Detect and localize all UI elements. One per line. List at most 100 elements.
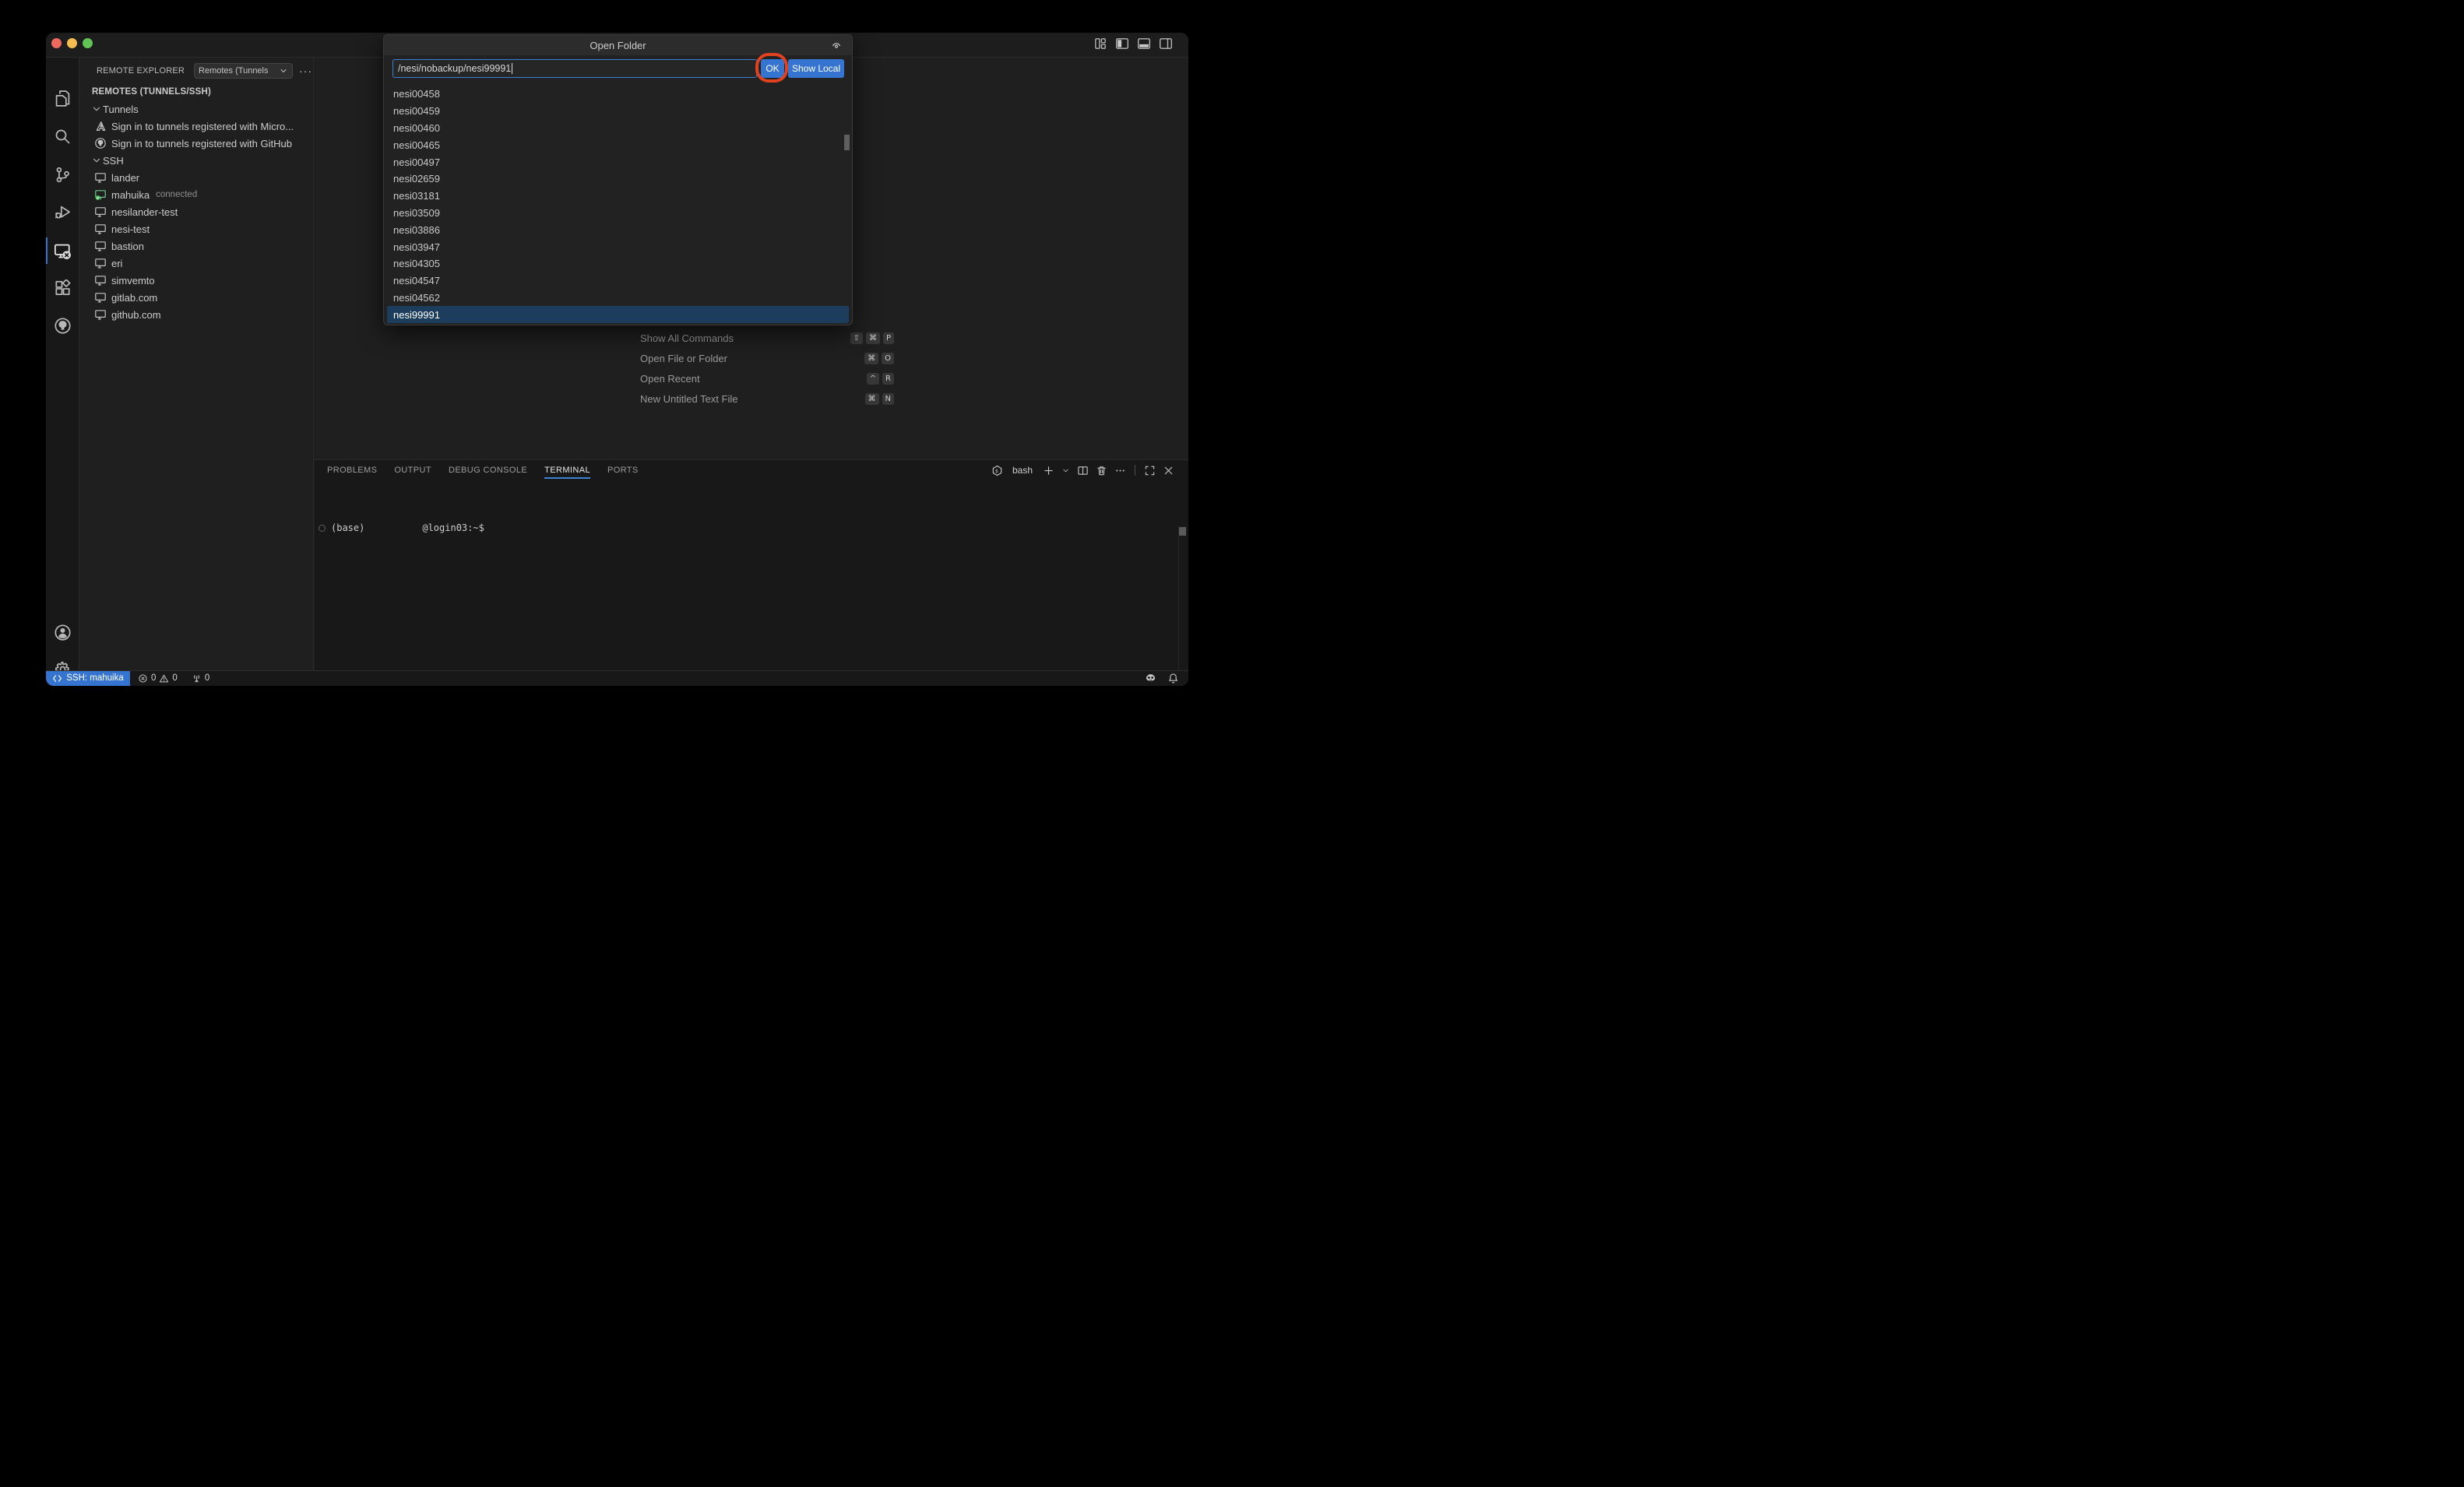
vm-icon: [94, 240, 107, 252]
folder-path-input[interactable]: /nesi/nobackup/nesi99991: [392, 59, 757, 78]
terminal-actions: $ bash: [991, 460, 1174, 480]
tree-item-github[interactable]: github.com: [80, 306, 313, 323]
remote-explorer-icon[interactable]: [46, 235, 79, 266]
maximize-panel-icon[interactable]: [1144, 465, 1156, 476]
cmd-key: ⌘: [865, 393, 879, 405]
sidebar-title: REMOTE EXPLORER: [97, 66, 185, 76]
tab-ports[interactable]: PORTS: [607, 460, 639, 480]
folder-list: nesi00458 nesi00459 nesi00460 nesi00465 …: [384, 86, 852, 323]
folder-list-item-selected[interactable]: nesi99991: [387, 306, 849, 323]
chevron-down-icon: [279, 66, 288, 76]
more-actions-icon[interactable]: ···: [299, 65, 312, 77]
terminal-prompt: @login03:~$: [422, 522, 484, 533]
annotation-circle: [755, 53, 788, 83]
status-bar: SSH: mahuika 0 0 0: [46, 670, 1188, 687]
tree-group-tunnels[interactable]: Tunnels: [80, 100, 313, 118]
keyboard-shortcuts-watermark: Show All Commands ⇧⌘P Open File or Folde…: [640, 332, 894, 413]
watermark-row: Open Recent ^R: [640, 372, 894, 385]
folder-list-item[interactable]: nesi03181: [384, 188, 852, 205]
source-control-icon[interactable]: [46, 159, 79, 190]
zoom-window-button[interactable]: [83, 38, 93, 48]
desktop: REMOTE EXPLORER Remotes (Tunnels ··· REM…: [0, 0, 1232, 744]
folder-list-item[interactable]: nesi04547: [384, 272, 852, 290]
folder-list-item[interactable]: nesi03509: [384, 205, 852, 222]
tree-item-gitlab[interactable]: gitlab.com: [80, 289, 313, 306]
tab-problems[interactable]: PROBLEMS: [327, 460, 377, 480]
search-icon[interactable]: [46, 121, 79, 152]
tab-debug-console[interactable]: DEBUG CONSOLE: [449, 460, 527, 480]
problems-status[interactable]: 0 0 0: [138, 673, 209, 684]
folder-list-item[interactable]: nesi03886: [384, 221, 852, 238]
toggle-primary-sidebar-icon[interactable]: [1115, 37, 1129, 51]
vm-icon: [94, 257, 107, 269]
close-window-button[interactable]: [51, 38, 62, 48]
remote-indicator[interactable]: SSH: mahuika: [46, 671, 130, 687]
scrollbar-thumb[interactable]: [1179, 527, 1186, 536]
remote-view-dropdown[interactable]: Remotes (Tunnels: [194, 63, 293, 79]
terminal-scrollbar[interactable]: [1178, 526, 1188, 670]
tree-item-nesilander-test[interactable]: nesilander-test: [80, 203, 313, 220]
minimize-window-button[interactable]: [67, 38, 77, 48]
show-local-button[interactable]: Show Local: [788, 59, 844, 78]
vm-icon: [94, 291, 107, 304]
chevron-down-icon[interactable]: [1061, 465, 1070, 476]
tree-item-mahuika[interactable]: mahuika connected: [80, 186, 313, 203]
folder-list-item[interactable]: nesi02659: [384, 170, 852, 188]
chevron-down-icon: [90, 155, 103, 166]
eye-icon[interactable]: [830, 39, 843, 51]
p-key: P: [883, 332, 894, 344]
toggle-panel-icon[interactable]: [1137, 37, 1151, 51]
activity-bar: [46, 58, 79, 670]
notifications-bell-icon[interactable]: [1167, 673, 1179, 684]
folder-list-item[interactable]: nesi04305: [384, 255, 852, 272]
explorer-icon[interactable]: [46, 83, 79, 114]
vm-icon: [94, 206, 107, 218]
folder-list-item[interactable]: nesi04562: [384, 290, 852, 307]
copilot-icon[interactable]: [1145, 673, 1156, 684]
folder-list-item[interactable]: nesi00497: [384, 153, 852, 170]
folder-list-item[interactable]: nesi00460: [384, 120, 852, 137]
vm-connected-icon: [94, 188, 107, 201]
tree-item-simvemto[interactable]: simvemto: [80, 272, 313, 289]
bottom-panel: PROBLEMS OUTPUT DEBUG CONSOLE TERMINAL P…: [315, 459, 1188, 670]
folder-list-item[interactable]: nesi00465: [384, 136, 852, 153]
tree-item-signin-github[interactable]: Sign in to tunnels registered with GitHu…: [80, 135, 313, 152]
toggle-secondary-sidebar-icon[interactable]: [1159, 37, 1173, 51]
dialog-scrollbar-thumb[interactable]: [844, 135, 850, 150]
vm-icon: [94, 171, 107, 184]
terminal-env: (base): [331, 522, 364, 533]
customize-layout-icon[interactable]: [1093, 37, 1107, 51]
vm-icon: [94, 223, 107, 235]
watermark-row: Show All Commands ⇧⌘P: [640, 332, 894, 344]
folder-list-item[interactable]: nesi03947: [384, 238, 852, 255]
tab-output[interactable]: OUTPUT: [394, 460, 431, 480]
more-actions-icon[interactable]: [1114, 465, 1126, 476]
extensions-icon[interactable]: [46, 272, 79, 304]
watermark-row: New Untitled Text File ⌘N: [640, 392, 894, 405]
accounts-icon[interactable]: [46, 617, 79, 648]
panel-tabs: PROBLEMS OUTPUT DEBUG CONSOLE TERMINAL P…: [327, 460, 639, 480]
kill-terminal-trash-icon[interactable]: [1096, 465, 1107, 476]
split-terminal-icon[interactable]: [1077, 465, 1089, 476]
n-key: N: [882, 393, 894, 405]
folder-list-item[interactable]: nesi00459: [384, 103, 852, 120]
tree-item-eri[interactable]: eri: [80, 255, 313, 272]
folder-list-item[interactable]: nesi00458: [384, 86, 852, 103]
tree-group-ssh[interactable]: SSH: [80, 152, 313, 169]
azure-icon: [94, 120, 107, 132]
terminal-content[interactable]: (base) @login03:~$: [319, 522, 484, 533]
connected-badge: connected: [156, 190, 197, 199]
sidebar-remote-explorer: REMOTE EXPLORER Remotes (Tunnels ··· REM…: [80, 58, 314, 670]
github-icon[interactable]: [46, 310, 79, 341]
tab-terminal[interactable]: TERMINAL: [544, 460, 590, 480]
new-terminal-icon[interactable]: [1043, 465, 1054, 476]
tree-item-signin-microsoft[interactable]: Sign in to tunnels registered with Micro…: [80, 118, 313, 135]
tree-item-bastion[interactable]: bastion: [80, 237, 313, 255]
ports-forwarded-icon: [192, 673, 202, 684]
github-icon: [94, 137, 107, 149]
dialog-title-bar: Open Folder: [384, 35, 852, 55]
close-panel-icon[interactable]: [1163, 465, 1174, 476]
tree-item-nesi-test[interactable]: nesi-test: [80, 220, 313, 237]
run-and-debug-icon[interactable]: [46, 196, 79, 227]
tree-item-lander[interactable]: lander: [80, 169, 313, 186]
